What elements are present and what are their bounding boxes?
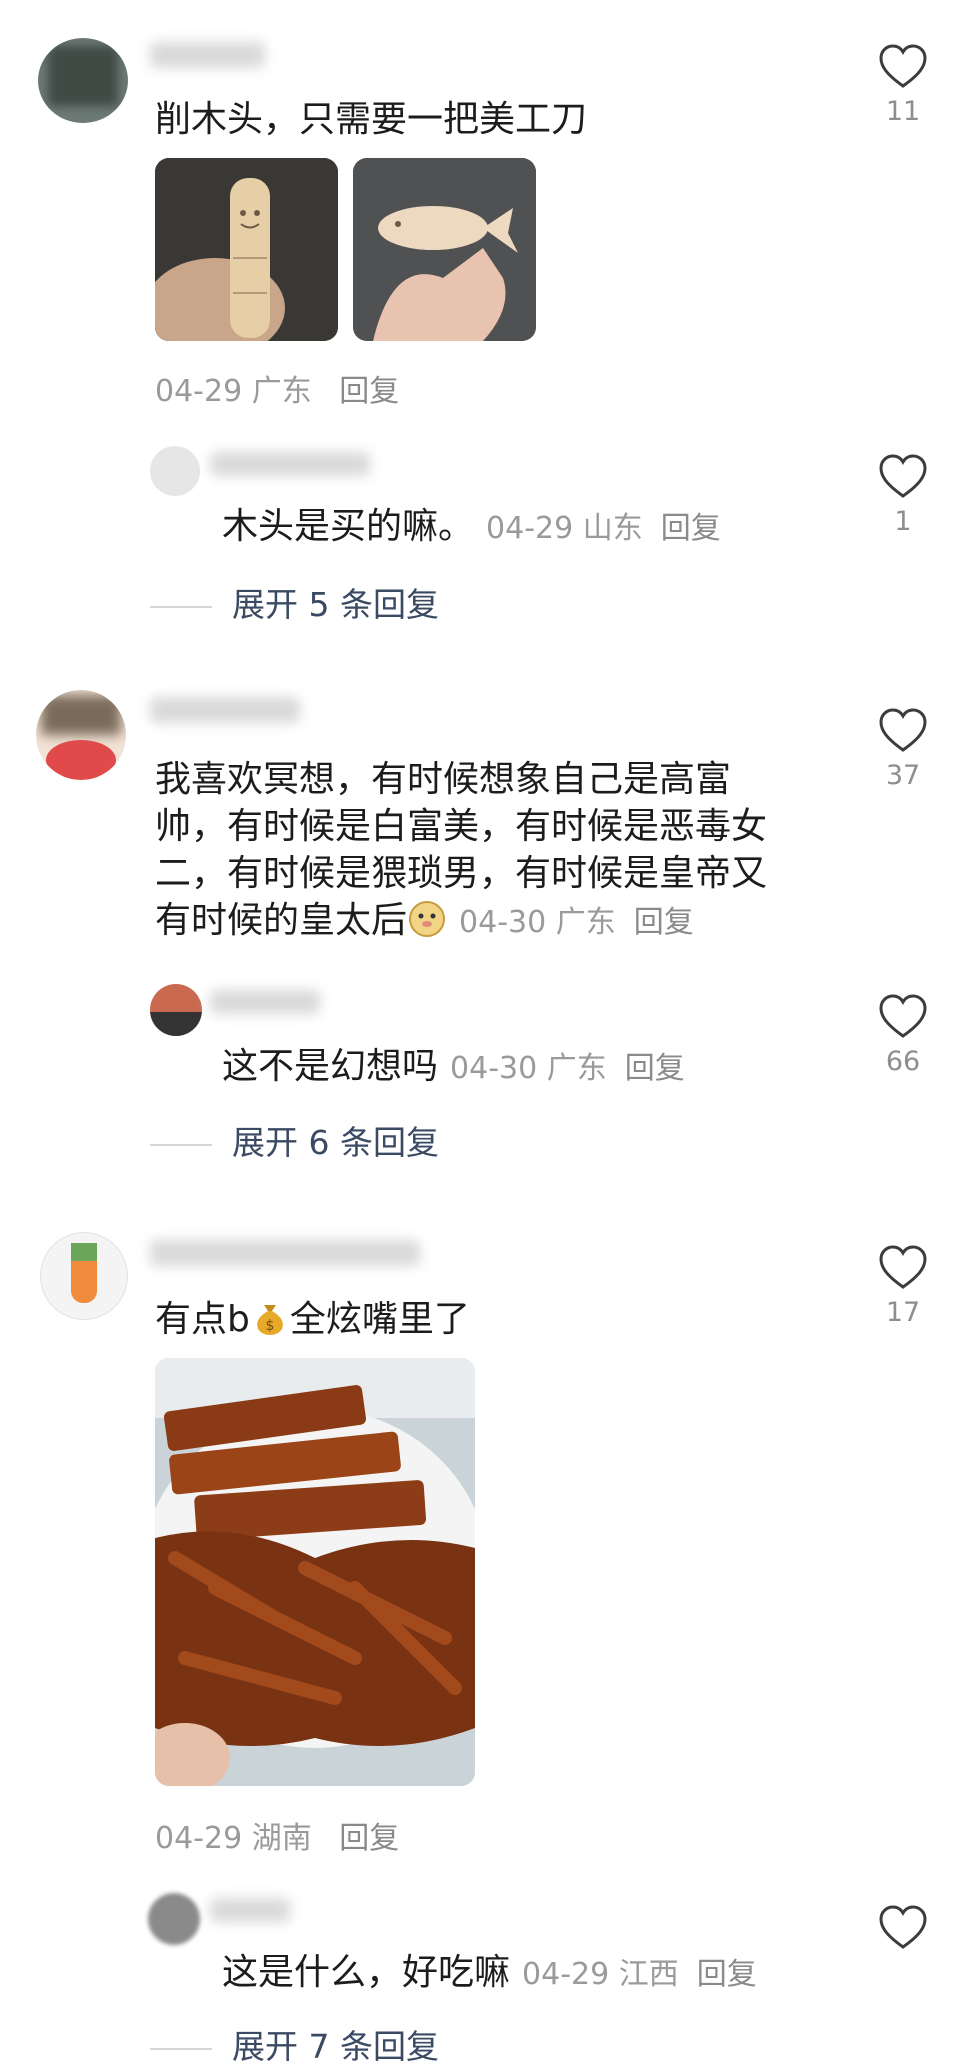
like-button[interactable]: 17 [868,1245,938,1328]
comment-date: 04-29 [155,1821,243,1856]
heart-icon [879,44,927,88]
reply-button[interactable]: 回复 [339,1821,399,1856]
heart-icon [879,454,927,498]
comment-meta: 04-29 广东 回复 [155,366,399,410]
username-blurred[interactable] [150,42,265,68]
like-count: 17 [885,1297,921,1328]
reply-text: 这不是幻想吗 04-30 广东 回复 [222,1046,685,1087]
comment-date: 04-29 [155,374,243,409]
comment-location: 广东 [251,374,312,409]
comment-meta: 04-29 湖南 回复 [155,1813,399,1857]
reply-like-button[interactable]: 66 [868,994,938,1077]
divider-line [150,1143,212,1146]
avatar[interactable] [40,1232,128,1320]
avatar[interactable] [36,690,126,780]
like-button[interactable]: 11 [868,44,938,127]
comment-location: 湖南 [251,1821,312,1856]
expand-replies-button[interactable]: 展开 5 条回复 [150,578,439,626]
like-count: 11 [885,96,921,127]
reply-avatar[interactable] [148,1893,200,1945]
like-count: 66 [885,1046,921,1077]
comment-text: 我喜欢冥想，有时候想象自己是高富 帅，有时候是白富美，有时候是恶毒女 二，有时候… [155,756,767,950]
expand-replies-button[interactable]: 展开 7 条回复 [150,2020,439,2068]
reply-button[interactable]: 回复 [625,1051,685,1086]
reply-username-blurred[interactable] [210,990,320,1014]
carved-figure-photo[interactable] [155,158,338,341]
like-count: 37 [885,760,921,791]
reply-button[interactable]: 回复 [697,1957,757,1992]
spicy-snack-photo[interactable] [155,1358,475,1786]
reply-button[interactable]: 回复 [339,374,399,409]
reply-like-button[interactable]: 1 [868,454,938,537]
money-bag-emoji-icon: $ [250,1297,290,1349]
heart-icon [879,1905,927,1949]
comment-text: 削木头，只需要一把美工刀 [155,99,588,140]
hamster-emoji-icon [407,898,447,950]
svg-text:$: $ [265,1318,274,1334]
username-blurred[interactable] [150,697,300,723]
reply-text: 这是什么，好吃嘛 04-29 江西 回复 [222,1952,757,1993]
reply-avatar[interactable] [150,446,200,496]
reply-like-button[interactable] [868,1905,938,1951]
reply-button[interactable]: 回复 [661,511,721,546]
heart-icon [879,994,927,1038]
divider-line [150,605,212,608]
username-blurred[interactable] [150,1240,420,1266]
like-button[interactable]: 37 [868,708,938,791]
reply-username-blurred[interactable] [210,1898,290,1922]
heart-icon [879,708,927,752]
reply-text: 木头是买的嘛。 04-29 山东 回复 [222,506,721,547]
divider-line [150,2047,212,2050]
comment-text: 有点b $ 全炫嘴里了 [155,1296,470,1349]
avatar[interactable] [38,38,128,123]
heart-icon [879,1245,927,1289]
reply-button[interactable]: 回复 [634,905,694,940]
reply-avatar[interactable] [150,984,202,1036]
like-count: 1 [894,506,912,537]
reply-username-blurred[interactable] [210,452,370,476]
carved-fish-photo[interactable] [353,158,536,341]
expand-replies-button[interactable]: 展开 6 条回复 [150,1116,439,1164]
